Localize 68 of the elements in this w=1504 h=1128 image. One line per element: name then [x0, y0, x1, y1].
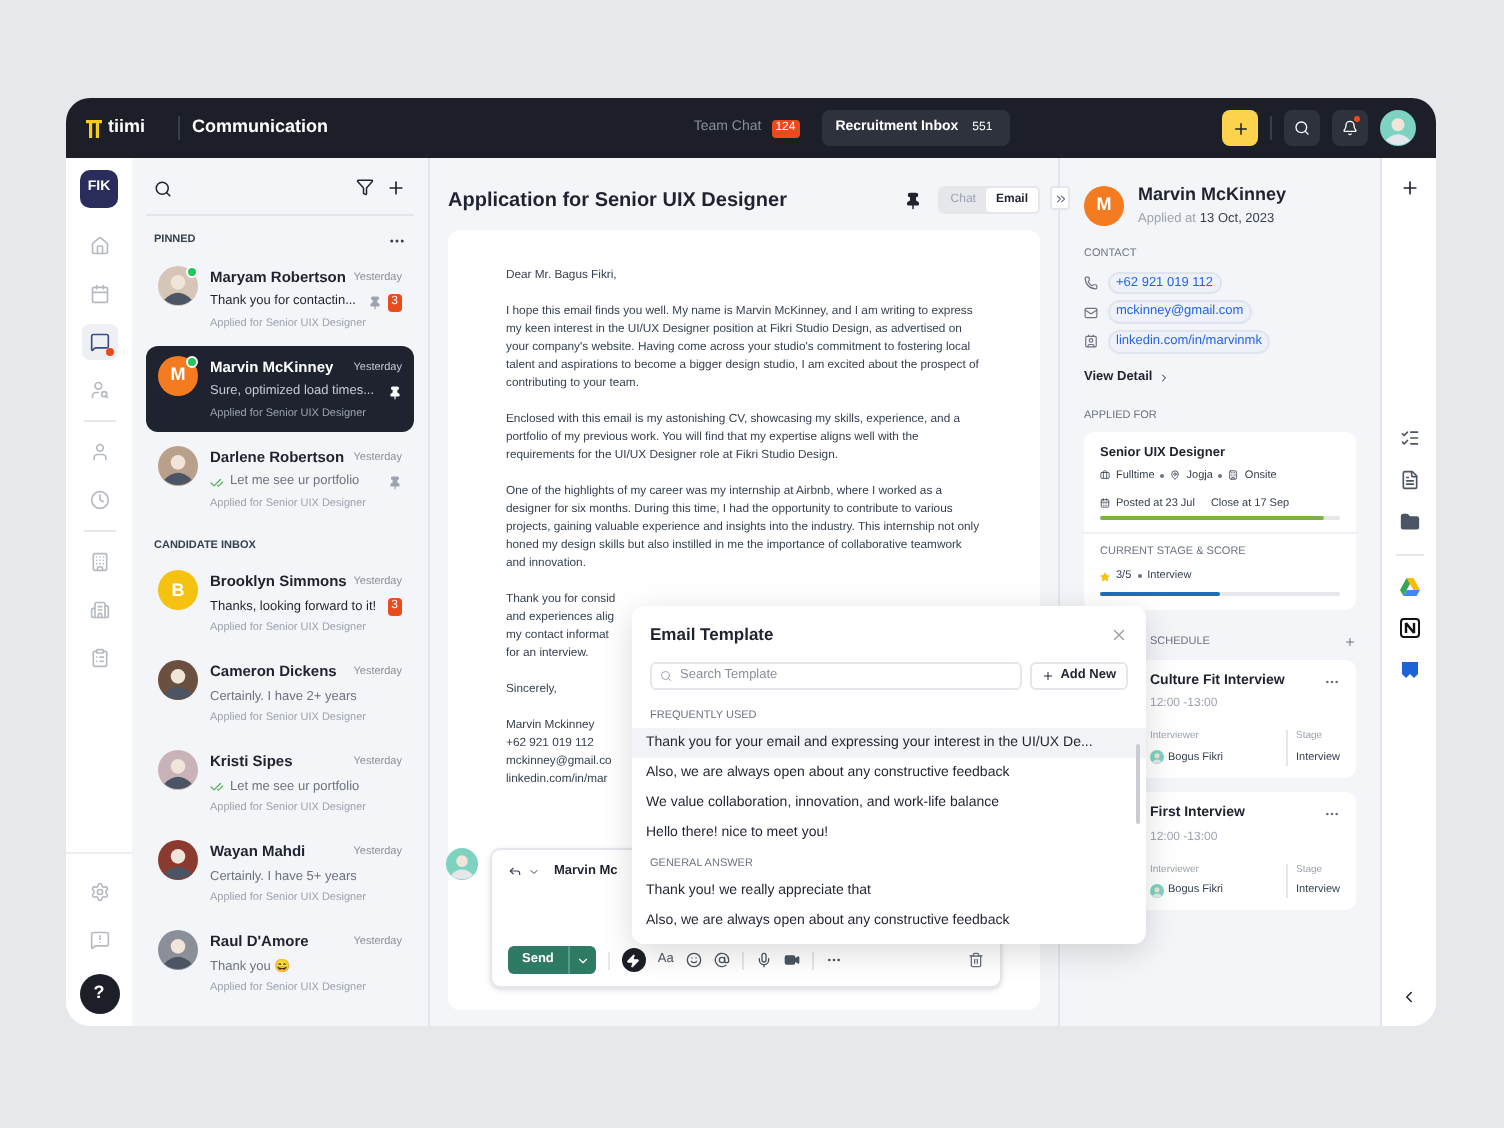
clipboard-icon: [89, 648, 109, 668]
send-options-button[interactable]: [567, 946, 596, 974]
search-icon: [1294, 120, 1310, 136]
triangle-logo-icon[interactable]: [1399, 578, 1419, 596]
phone-icon: [1084, 275, 1098, 290]
add-button[interactable]: [1222, 110, 1258, 146]
help-button[interactable]: ?: [79, 974, 119, 1014]
avatar-icon: [1150, 750, 1164, 765]
folder-icon[interactable]: [1399, 512, 1419, 532]
avatar-icon: [1380, 110, 1416, 146]
plus-icon: [1042, 669, 1055, 682]
collapse-icon[interactable]: [1400, 988, 1418, 1006]
plus-icon: [1231, 119, 1249, 137]
double-chevron-icon: [1053, 191, 1067, 205]
page-title: Communication: [192, 114, 329, 141]
calendar-icon: [1100, 498, 1110, 509]
location-pin-icon: [1170, 470, 1181, 481]
mail-icon: [1084, 305, 1098, 320]
square-logo-icon[interactable]: [1399, 618, 1419, 638]
document-icon[interactable]: [1399, 470, 1419, 490]
settings-icon: [89, 882, 109, 902]
search-button[interactable]: [1284, 110, 1320, 146]
thread-title: Application for Senior UIX Designer: [448, 187, 789, 215]
search-icon: [660, 669, 672, 682]
notification-button[interactable]: [1332, 110, 1368, 146]
buildings-icon: [89, 600, 109, 620]
building-icon: [89, 552, 109, 572]
mention-icon[interactable]: [713, 952, 730, 968]
pin-icon[interactable]: [388, 385, 402, 400]
pin-icon[interactable]: [904, 191, 923, 209]
calendar-icon: [89, 284, 109, 304]
lightning-icon: [626, 953, 641, 967]
contact-card-icon: [1084, 334, 1098, 349]
trash-icon[interactable]: [968, 952, 984, 968]
emoji-icon[interactable]: [685, 952, 702, 968]
star-icon: [1100, 571, 1110, 582]
video-icon[interactable]: [783, 952, 800, 968]
add-icon[interactable]: [386, 178, 406, 198]
brand-name: tiimi: [108, 114, 146, 141]
template-button[interactable]: [621, 948, 646, 972]
filter-icon[interactable]: [356, 178, 374, 196]
home-icon: [89, 236, 109, 256]
candidate-name: Marvin McKinney: [1138, 182, 1287, 208]
candidate-avatar: M: [1084, 185, 1124, 226]
avatar-icon: [446, 848, 478, 880]
search-icon[interactable]: [154, 179, 172, 197]
briefcase-icon: [1100, 470, 1110, 481]
collapse-button[interactable]: [1050, 186, 1070, 210]
reply-icon[interactable]: [508, 864, 522, 879]
avatar: B: [158, 570, 198, 611]
person-icon: [89, 442, 109, 462]
add-icon[interactable]: [1399, 178, 1419, 198]
bell-icon: [1342, 120, 1358, 136]
feedback-icon: [89, 930, 109, 950]
caret-icon: [575, 953, 590, 967]
avatar-icon: [1150, 883, 1164, 898]
chevron-icon: [1158, 371, 1171, 384]
caret-icon[interactable]: [528, 865, 540, 878]
chat-icon: [89, 332, 109, 352]
popup-title: Email Template: [650, 622, 774, 648]
logo-icon: [86, 118, 102, 138]
chat-nav-button[interactable]: [81, 324, 117, 360]
person-search-icon: [89, 380, 109, 400]
microphone-icon[interactable]: [755, 952, 772, 968]
clock-icon: [89, 490, 109, 510]
checklist-icon[interactable]: [1399, 428, 1419, 448]
building-icon: [1228, 470, 1239, 481]
avatar: M: [158, 356, 198, 396]
